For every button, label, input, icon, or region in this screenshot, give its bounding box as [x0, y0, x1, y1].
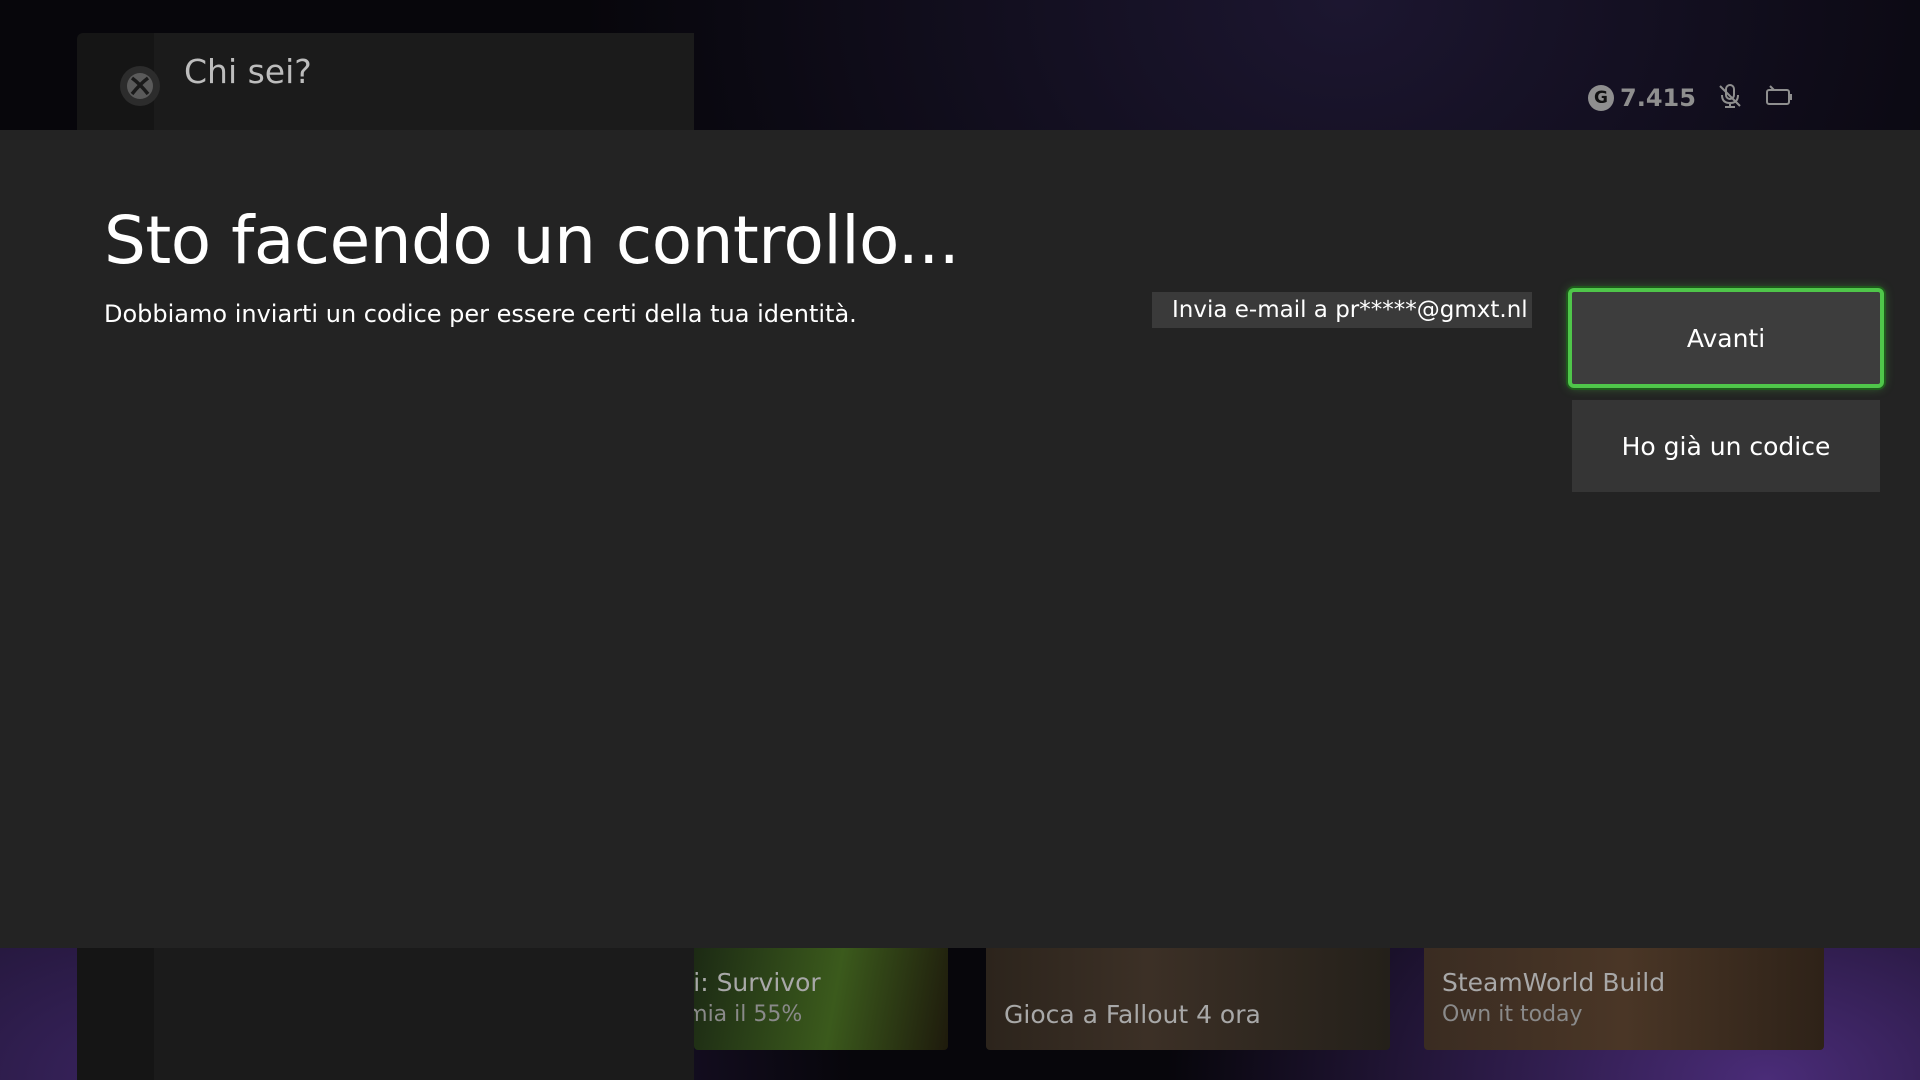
have-code-button[interactable]: Ho già un codice: [1572, 400, 1880, 492]
dialog-description: Dobbiamo inviarti un codice per essere c…: [104, 300, 857, 328]
tile-star-wars[interactable]: edi: Survivor armia il 55%: [694, 948, 948, 1050]
tile-steamworld-build[interactable]: SteamWorld Build Own it today: [1424, 948, 1824, 1050]
tile-fallout-4[interactable]: Gioca a Fallout 4 ora: [986, 948, 1390, 1050]
gamerscore: G 7.415: [1588, 84, 1696, 112]
send-email-option[interactable]: Invia e-mail a pr*****@gmxt.nl: [1152, 292, 1532, 328]
gamerscore-value: 7.415: [1620, 84, 1696, 112]
tile-title: edi: Survivor: [694, 968, 821, 997]
battery-icon: [1764, 84, 1794, 112]
tile-subtitle: armia il 55%: [694, 1002, 803, 1027]
tile-subtitle: Own it today: [1442, 1002, 1583, 1027]
gamerscore-icon: G: [1588, 85, 1614, 111]
status-bar: G 7.415: [1588, 80, 1794, 116]
dialog-title: Sto facendo un controllo...: [104, 202, 960, 279]
verification-dialog: Sto facendo un controllo... Dobbiamo inv…: [0, 130, 1920, 948]
mic-muted-icon: [1716, 82, 1744, 114]
tile-title: Gioca a Fallout 4 ora: [1004, 1000, 1261, 1029]
dashboard-tiles: edi: Survivor armia il 55% Gioca a Fallo…: [0, 948, 1920, 1050]
tile-title: SteamWorld Build: [1442, 968, 1666, 997]
side-panel-title: Chi sei?: [184, 52, 312, 91]
xbox-logo-icon: [120, 66, 160, 106]
next-button[interactable]: Avanti: [1568, 288, 1884, 388]
screen: Chi sei? G 7.415 edi: Survivor armia il …: [0, 0, 1920, 1080]
